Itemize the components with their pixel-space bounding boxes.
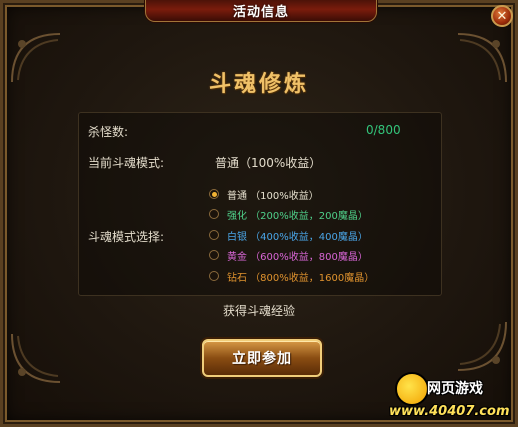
event-heading: 斗魂修炼: [208, 72, 309, 97]
radio-button[interactable]: [209, 209, 219, 219]
kill-count-value: 0/800: [366, 123, 401, 137]
close-icon: ✕: [496, 8, 508, 24]
mode-option-silver[interactable]: 白银 （400%收益，400魔晶）: [209, 227, 368, 243]
current-mode-value: 普通（100%收益）: [215, 156, 322, 170]
radio-button[interactable]: [209, 189, 219, 199]
mascot-logo-icon: [395, 372, 429, 406]
mode-option-label: 普通 （100%收益）: [227, 190, 319, 202]
watermark-url: www.40407.com: [389, 404, 510, 419]
corner-ornament-bottom-left: [8, 330, 64, 386]
site-watermark: 网页游戏 www.40407.com: [383, 370, 518, 427]
join-now-button[interactable]: 立即参加: [202, 339, 322, 377]
mode-option-label: 钻石 （800%收益，1600魔晶）: [227, 272, 375, 284]
mode-option-enhanced[interactable]: 强化 （200%收益，200魔晶）: [209, 206, 368, 222]
title-tab: 活动信息: [145, 0, 377, 22]
mode-option-label: 白银 （400%收益，400魔晶）: [227, 231, 368, 243]
radio-button[interactable]: [209, 230, 219, 240]
mode-option-normal[interactable]: 普通 （100%收益）: [209, 186, 319, 202]
radio-button[interactable]: [209, 250, 219, 260]
mode-option-diamond[interactable]: 钻石 （800%收益，1600魔晶）: [209, 268, 374, 284]
mode-option-label: 黄金 （600%收益，800魔晶）: [227, 251, 368, 263]
close-button[interactable]: ✕: [491, 5, 513, 27]
radio-button[interactable]: [209, 271, 219, 281]
gain-text: 获得斗魂经验: [222, 304, 295, 318]
kill-count-label: 杀怪数:: [88, 125, 129, 139]
join-now-label: 立即参加: [232, 351, 292, 367]
window-title: 活动信息: [232, 5, 289, 20]
current-mode-label: 当前斗魂模式:: [88, 156, 165, 170]
mode-option-gold[interactable]: 黄金 （600%收益，800魔晶）: [209, 247, 368, 263]
mode-select-label: 斗魂模式选择:: [88, 230, 165, 244]
mode-option-label: 强化 （200%收益，200魔晶）: [227, 210, 368, 222]
watermark-title: 网页游戏: [427, 381, 483, 397]
corner-ornament-bottom-right: [454, 318, 510, 374]
